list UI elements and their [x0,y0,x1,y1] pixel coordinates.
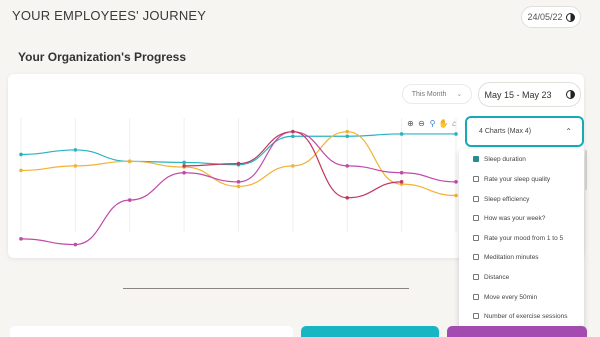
charts-dropdown-label: 4 Charts (Max 4) [479,128,532,135]
series-0-point-5 [291,134,295,139]
option-move[interactable]: Move every 50min [473,291,537,303]
series-1-point-6 [345,129,350,134]
series-3-point-0 [182,164,186,168]
charts-dropdown[interactable]: 4 Charts (Max 4) ⌃ [465,116,584,147]
option-sleep-quality[interactable]: Rate your sleep quality [473,173,550,185]
series-1-point-1 [73,164,78,168]
option-mood[interactable]: Rate your mood from 1 to 5 [473,232,563,244]
summary-card [10,326,293,337]
option-sleep-duration[interactable]: Sleep duration [473,153,526,165]
series-0-point-3 [182,160,186,165]
checkbox[interactable] [473,294,479,300]
series-2-point-2 [127,198,132,202]
series-0-point-0 [19,152,23,157]
series-2-point-1 [73,242,78,247]
series-1-point-5 [291,164,295,168]
series-1-point-0 [19,168,23,173]
series-1-point-2 [127,159,132,164]
series-0-point-8 [454,132,458,136]
checkbox[interactable] [473,274,479,280]
checkbox[interactable] [473,254,479,260]
series-0-point-6 [345,134,350,139]
series-3-point-2 [291,129,295,134]
option-sleep-efficiency[interactable]: Sleep efficiency [473,193,529,205]
series-2-point-6 [345,164,350,168]
checkbox[interactable] [473,156,479,162]
teal-card [301,326,439,337]
option-exercise[interactable]: Number of exercise sessions [473,310,567,322]
checkbox[interactable] [473,235,479,241]
series-0-point-7 [399,132,404,136]
series-3-point-3 [345,196,350,200]
charts-dropdown-menu: Sleep duration Rate your sleep quality S… [459,149,584,337]
option-meditation[interactable]: Meditation minutes [473,251,539,263]
checkbox[interactable] [473,176,479,182]
series-3-point-4 [399,180,404,184]
checkbox[interactable] [473,215,479,221]
series-3-point-1 [236,161,241,166]
series-2-point-8 [454,180,458,184]
checkbox[interactable] [473,196,479,202]
series-1-point-8 [454,193,458,198]
dropdown-scrollbar[interactable] [585,150,587,190]
series-2-point-3 [182,170,186,175]
series-2-point-4 [236,180,241,184]
option-distance[interactable]: Distance [473,271,509,283]
chart-grid [20,118,457,232]
purple-card [447,326,587,337]
checkbox[interactable] [473,313,479,319]
divider [123,288,409,289]
series-1-point-4 [236,184,241,189]
option-week[interactable]: How was your week? [473,212,545,224]
chevron-up-icon: ⌃ [565,127,572,136]
series-2-point-7 [399,170,404,175]
series-0-point-1 [73,148,78,152]
series-2-point-0 [19,237,23,241]
